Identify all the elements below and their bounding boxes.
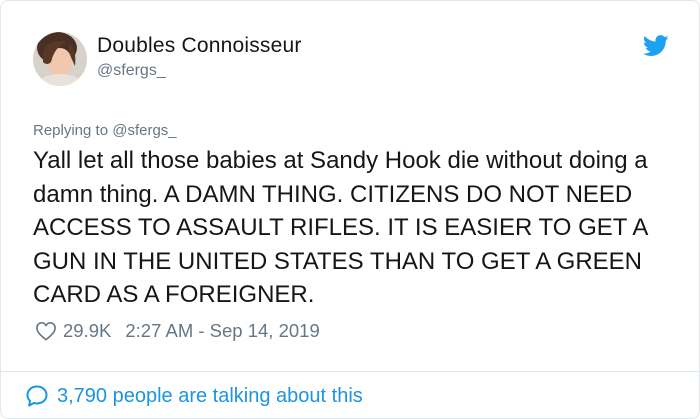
tweet-card: Doubles Connoisseur @sfergs_ Replying to… [0,0,700,419]
tweet-meta: 29.9K 2:27 AM - Sep 14, 2019 [35,319,320,343]
author-handle[interactable]: @sfergs_ [97,62,166,80]
tweet-text: Yall let all those babies at Sandy Hook … [33,147,648,308]
avatar[interactable] [33,32,87,86]
conversation-label[interactable]: 3,790 people are talking about this [57,385,363,408]
author-name[interactable]: Doubles Connoisseur [97,34,302,58]
timestamp[interactable]: 2:27 AM - Sep 14, 2019 [125,320,319,342]
speech-bubble-icon [26,385,48,407]
twitter-bird-icon[interactable] [643,35,669,57]
heart-icon[interactable] [35,321,57,341]
reply-context[interactable]: Replying to @sfergs_ [33,122,177,139]
like-count[interactable]: 29.9K [63,320,111,342]
divider [1,371,700,372]
conversation-link[interactable]: 3,790 people are talking about this [25,383,363,409]
